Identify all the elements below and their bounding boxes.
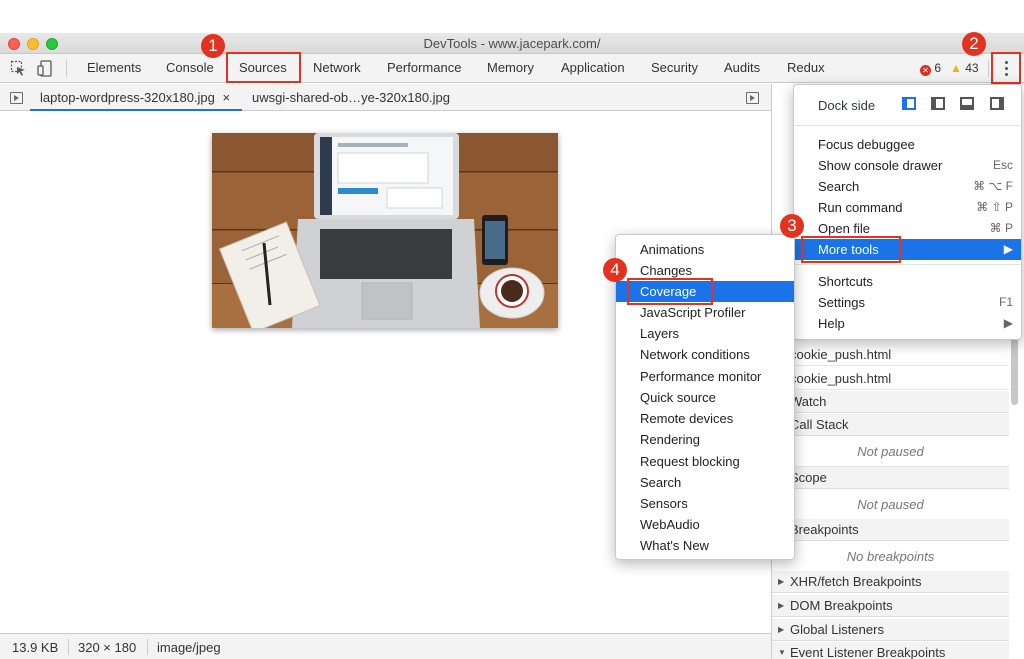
menu-item-show-console-drawer[interactable]: Show console drawer Esc <box>794 155 1021 176</box>
section-scope[interactable]: Scope <box>772 467 1009 489</box>
call-stack-empty: Not paused <box>772 437 1009 467</box>
step-number-4: 4 <box>603 258 627 282</box>
menu-divider <box>794 264 1021 265</box>
close-tab-icon[interactable]: × <box>223 90 231 105</box>
dock-right-icon[interactable] <box>990 97 1004 110</box>
file-tab-other[interactable]: uwsgi-shared-ob…ye-320x180.jpg <box>252 84 450 111</box>
dock-bottom-icon[interactable] <box>960 97 974 110</box>
warning-icon: ▲ <box>950 61 962 75</box>
warning-count: 43 <box>965 61 979 75</box>
toolbar-divider <box>66 60 67 77</box>
expand-icon: ▶ <box>778 601 785 610</box>
menu-item-settings[interactable]: Settings F1 <box>794 292 1021 313</box>
step-number-1: 1 <box>201 34 225 58</box>
toolbar-divider <box>988 60 989 77</box>
menu-item-webaudio[interactable]: WebAudio <box>616 514 794 535</box>
section-global-listeners[interactable]: ▶ Global Listeners <box>772 619 1009 641</box>
dock-undock-icon[interactable] <box>902 97 916 110</box>
dock-side-label: Dock side <box>818 98 876 113</box>
tab-redux[interactable]: Redux <box>787 54 825 82</box>
submenu-arrow-icon: ▶ <box>1003 242 1013 256</box>
step-number-3: 3 <box>780 214 804 238</box>
list-item[interactable]: cookie_push.html <box>772 368 1009 390</box>
toggle-debugger-icon[interactable] <box>746 92 759 104</box>
toggle-navigator-icon[interactable] <box>10 92 23 104</box>
tab-elements[interactable]: Elements <box>87 54 141 82</box>
window-title-bar: DevTools - www.jacepark.com/ <box>0 33 1024 54</box>
customize-menu: Dock side Focus debuggee Show console dr… <box>793 84 1022 340</box>
menu-item-search[interactable]: Search <box>616 472 794 493</box>
menu-item-request-blocking[interactable]: Request blocking <box>616 451 794 472</box>
main-toolbar: Elements Console Sources Network Perform… <box>0 54 1024 83</box>
menu-item-whats-new[interactable]: What's New <box>616 535 794 556</box>
warning-count-badge[interactable]: ▲ 43 <box>950 61 979 75</box>
tab-audits[interactable]: Audits <box>724 54 760 82</box>
list-item[interactable]: cookie_push.html <box>772 344 1009 366</box>
image-preview <box>212 133 558 328</box>
tab-console[interactable]: Console <box>166 54 214 82</box>
section-event-listener-breakpoints[interactable]: ▼ Event Listener Breakpoints <box>772 642 1009 659</box>
section-xhr-breakpoints[interactable]: ▶ XHR/fetch Breakpoints <box>772 571 1009 593</box>
callout-more-tools <box>801 236 901 263</box>
error-icon: ✕ <box>920 65 931 76</box>
laptop-photo <box>212 133 558 328</box>
file-tab-label: laptop-wordpress-320x180.jpg <box>40 90 215 105</box>
status-divider <box>147 639 148 655</box>
menu-item-sensors[interactable]: Sensors <box>616 493 794 514</box>
collapse-icon: ▼ <box>778 648 786 657</box>
tab-performance[interactable]: Performance <box>387 54 461 82</box>
callout-menu-button <box>991 52 1021 84</box>
tab-network[interactable]: Network <box>313 54 361 82</box>
menu-item-javascript-profiler[interactable]: JavaScript Profiler <box>616 302 794 323</box>
expand-icon: ▶ <box>778 577 785 586</box>
inspect-element-icon[interactable] <box>10 60 27 77</box>
tab-application[interactable]: Application <box>561 54 625 82</box>
image-dimensions: 320 × 180 <box>78 640 137 655</box>
device-toolbar-icon[interactable] <box>37 60 54 77</box>
tab-memory[interactable]: Memory <box>487 54 534 82</box>
expand-icon: ▶ <box>778 625 785 634</box>
scope-empty: Not paused <box>772 490 1009 520</box>
menu-item-network-conditions[interactable]: Network conditions <box>616 344 794 365</box>
menu-item-rendering[interactable]: Rendering <box>616 429 794 450</box>
menu-item-search[interactable]: Search ⌘ ⌥ F <box>794 176 1021 197</box>
menu-divider <box>794 125 1021 126</box>
menu-item-quick-source[interactable]: Quick source <box>616 387 794 408</box>
dock-left-icon[interactable] <box>931 97 945 110</box>
file-size: 13.9 KB <box>12 640 59 655</box>
status-bar: 13.9 KB 320 × 180 image/jpeg <box>0 633 771 659</box>
sidebar-scrollbar[interactable] <box>1011 330 1018 405</box>
section-watch[interactable]: Watch <box>772 391 1009 413</box>
menu-item-layers[interactable]: Layers <box>616 323 794 344</box>
breakpoints-empty: No breakpoints <box>772 542 1009 572</box>
section-breakpoints[interactable]: Breakpoints <box>772 519 1009 541</box>
menu-item-focus-debuggee[interactable]: Focus debuggee <box>794 134 1021 155</box>
submenu-arrow-icon: ▶ <box>1003 316 1013 330</box>
source-file-tabs: laptop-wordpress-320x180.jpg × uwsgi-sha… <box>0 84 771 111</box>
callout-coverage <box>627 278 713 305</box>
menu-item-help[interactable]: Help ▶ <box>794 313 1021 334</box>
tab-security[interactable]: Security <box>651 54 698 82</box>
callout-sources-tab <box>226 52 301 83</box>
mime-type: image/jpeg <box>157 640 221 655</box>
menu-item-run-command[interactable]: Run command ⌘ ⇧ P <box>794 197 1021 218</box>
menu-item-remote-devices[interactable]: Remote devices <box>616 408 794 429</box>
section-call-stack[interactable]: Call Stack <box>772 414 1009 436</box>
file-tab-active[interactable]: laptop-wordpress-320x180.jpg × <box>30 84 242 111</box>
menu-item-animations[interactable]: Animations <box>616 239 794 260</box>
status-divider <box>68 639 69 655</box>
error-count: 6 <box>934 61 942 75</box>
menu-item-shortcuts[interactable]: Shortcuts <box>794 271 1021 292</box>
window-title: DevTools - www.jacepark.com/ <box>423 36 601 51</box>
step-number-2: 2 <box>962 32 986 56</box>
menu-item-performance-monitor[interactable]: Performance monitor <box>616 366 794 387</box>
error-count-badge[interactable]: ✕ 6 <box>920 61 941 76</box>
section-dom-breakpoints[interactable]: ▶ DOM Breakpoints <box>772 595 1009 617</box>
